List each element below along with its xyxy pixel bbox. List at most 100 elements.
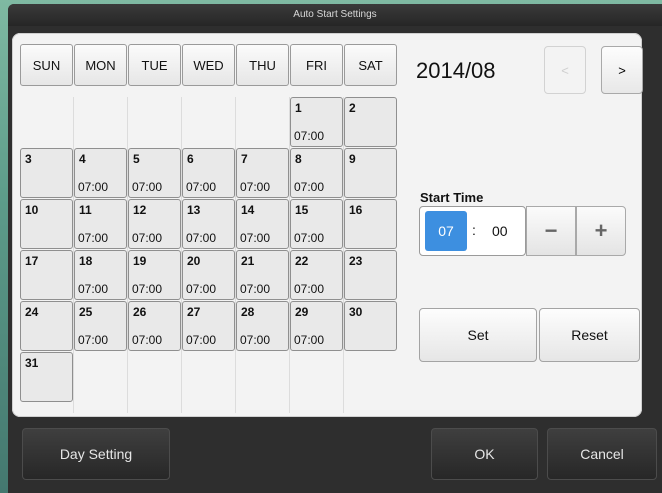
day-number: 25 xyxy=(79,305,93,319)
decrement-button[interactable]: − xyxy=(526,206,576,256)
day-number: 29 xyxy=(295,305,309,319)
day-number: 11 xyxy=(79,203,92,217)
calendar-day-cell[interactable]: 1 07:00 xyxy=(290,97,343,147)
weekday-mon: MON xyxy=(74,44,127,86)
day-number: 18 xyxy=(79,254,93,268)
day-number: 4 xyxy=(79,152,86,166)
calendar-day-cell[interactable]: 28 07:00 xyxy=(236,301,289,351)
day-start-time: 07:00 xyxy=(186,282,217,296)
day-start-time: 07:00 xyxy=(294,180,325,194)
day-number: 27 xyxy=(187,305,201,319)
weekday-tue: TUE xyxy=(128,44,181,86)
day-number: 16 xyxy=(349,203,363,217)
day-number: 9 xyxy=(349,152,356,166)
calendar-day-cell[interactable]: 17 xyxy=(20,250,73,300)
calendar-day-cell[interactable]: 11 07:00 xyxy=(74,199,127,249)
window-title: Auto Start Settings xyxy=(8,4,662,26)
calendar-day-cell[interactable]: 7 07:00 xyxy=(236,148,289,198)
day-start-time: 07:00 xyxy=(240,180,271,194)
calendar-day-cell[interactable]: 26 07:00 xyxy=(128,301,181,351)
calendar-day-cell[interactable]: 4 07:00 xyxy=(74,148,127,198)
calendar-day-cell[interactable]: 8 07:00 xyxy=(290,148,343,198)
day-start-time: 07:00 xyxy=(294,231,325,245)
day-number: 20 xyxy=(187,254,201,268)
calendar-day-cell[interactable]: 25 07:00 xyxy=(74,301,127,351)
day-number: 5 xyxy=(133,152,140,166)
day-number: 10 xyxy=(25,203,39,217)
calendar-day-cell[interactable]: 12 07:00 xyxy=(128,199,181,249)
calendar-day-cell[interactable]: 30 xyxy=(344,301,397,351)
day-number: 8 xyxy=(295,152,302,166)
day-start-time: 07:00 xyxy=(294,129,325,143)
calendar-day-cell[interactable]: 19 07:00 xyxy=(128,250,181,300)
day-number: 15 xyxy=(295,203,309,217)
calendar-grid: 1 07:00 2 3 4 07:00 5 07:00 6 07:00 7 07:00 8 07:00 9 1… xyxy=(20,97,402,413)
calendar: SUN MON TUE WED THU FRI SAT 1 07:00 2 3 4 07:… xyxy=(20,44,402,413)
calendar-day-cell[interactable]: 21 07:00 xyxy=(236,250,289,300)
day-start-time: 07:00 xyxy=(186,333,217,347)
day-start-time: 07:00 xyxy=(240,282,271,296)
day-start-time: 07:00 xyxy=(78,180,109,194)
day-start-time: 07:00 xyxy=(132,333,163,347)
day-number: 6 xyxy=(187,152,194,166)
calendar-day-cell[interactable]: 14 07:00 xyxy=(236,199,289,249)
calendar-day-cell[interactable]: 18 07:00 xyxy=(74,250,127,300)
hour-field[interactable]: 07 xyxy=(425,211,467,251)
weekday-wed: WED xyxy=(182,44,235,86)
cancel-button[interactable]: Cancel xyxy=(547,428,657,480)
calendar-day-cell[interactable]: 27 07:00 xyxy=(182,301,235,351)
calendar-day-cell[interactable]: 16 xyxy=(344,199,397,249)
start-time-label: Start Time xyxy=(420,190,484,205)
calendar-day-cell[interactable]: 15 07:00 xyxy=(290,199,343,249)
calendar-day-cell[interactable]: 24 xyxy=(20,301,73,351)
day-number: 14 xyxy=(241,203,255,217)
day-start-time: 07:00 xyxy=(186,231,217,245)
start-time-field[interactable]: 07 : 00 xyxy=(419,206,526,256)
day-number: 1 xyxy=(295,101,302,115)
prev-month-button[interactable]: < xyxy=(544,46,586,94)
calendar-day-cell[interactable]: 10 xyxy=(20,199,73,249)
minute-field[interactable]: 00 xyxy=(492,223,508,239)
weekday-sat: SAT xyxy=(344,44,397,86)
ok-button[interactable]: OK xyxy=(431,428,538,480)
calendar-day-cell[interactable]: 3 xyxy=(20,148,73,198)
day-number: 2 xyxy=(349,101,356,115)
calendar-day-cell[interactable]: 2 xyxy=(344,97,397,147)
calendar-day-cell[interactable]: 23 xyxy=(344,250,397,300)
day-number: 19 xyxy=(133,254,147,268)
weekday-header: SUN MON TUE WED THU FRI SAT xyxy=(20,44,402,88)
day-start-time: 07:00 xyxy=(294,282,325,296)
day-number: 23 xyxy=(349,254,363,268)
day-start-time: 07:00 xyxy=(240,333,271,347)
day-number: 17 xyxy=(25,254,39,268)
calendar-day-cell[interactable]: 20 07:00 xyxy=(182,250,235,300)
calendar-day-cell[interactable]: 13 07:00 xyxy=(182,199,235,249)
set-button[interactable]: Set xyxy=(419,308,537,362)
day-start-time: 07:00 xyxy=(78,231,109,245)
day-start-time: 07:00 xyxy=(132,180,163,194)
calendar-day-cell[interactable]: 31 xyxy=(20,352,73,402)
calendar-day-cell[interactable]: 9 xyxy=(344,148,397,198)
calendar-day-cell[interactable]: 22 07:00 xyxy=(290,250,343,300)
day-start-time: 07:00 xyxy=(78,333,109,347)
day-start-time: 07:00 xyxy=(294,333,325,347)
day-start-time: 07:00 xyxy=(78,282,109,296)
increment-button[interactable]: + xyxy=(576,206,626,256)
weekday-fri: FRI xyxy=(290,44,343,86)
reset-button[interactable]: Reset xyxy=(539,308,640,362)
calendar-day-cell[interactable]: 6 07:00 xyxy=(182,148,235,198)
day-start-time: 07:00 xyxy=(132,231,163,245)
time-separator: : xyxy=(472,222,476,238)
weekday-sun: SUN xyxy=(20,44,73,86)
calendar-day-cell[interactable]: 5 07:00 xyxy=(128,148,181,198)
day-number: 28 xyxy=(241,305,255,319)
day-number: 21 xyxy=(241,254,255,268)
next-month-button[interactable]: > xyxy=(601,46,643,94)
day-number: 3 xyxy=(25,152,32,166)
day-number: 22 xyxy=(295,254,309,268)
calendar-day-cell[interactable]: 29 07:00 xyxy=(290,301,343,351)
day-setting-button[interactable]: Day Setting xyxy=(22,428,170,480)
day-number: 24 xyxy=(25,305,39,319)
day-number: 13 xyxy=(187,203,201,217)
day-number: 7 xyxy=(241,152,248,166)
